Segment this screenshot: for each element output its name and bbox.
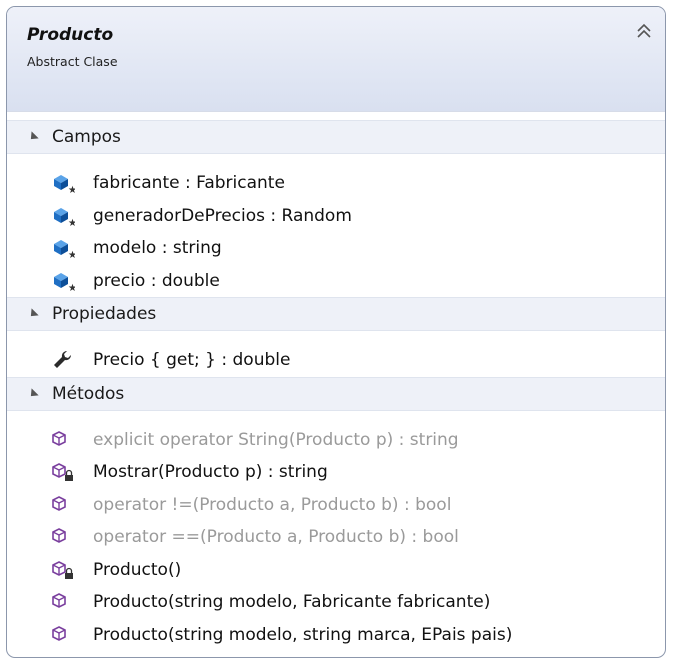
field-icon: ★ [51,237,77,261]
expand-triangle-icon[interactable] [27,308,39,320]
class-kind: Abstract Clase [27,54,118,69]
member-label: generadorDePrecios : Random [93,205,352,226]
member-label: precio : double [93,270,220,291]
svg-text:★: ★ [68,250,75,259]
class-diagram-shape[interactable]: Producto Abstract Clase Campos ★ fabrica… [6,6,666,658]
member-row[interactable]: operator ==(Producto a, Producto b) : bo… [7,521,665,554]
member-label: Precio { get; } : double [93,350,291,371]
field-icon: ★ [51,270,77,294]
member-row[interactable]: ★ generadorDePrecios : Random [7,200,665,233]
member-row[interactable]: explicit operator String(Producto p) : s… [7,424,665,457]
protected-method-icon [51,461,75,483]
section-fields[interactable]: Campos [7,120,665,154]
properties-list: Precio { get; } : double [7,331,665,377]
section-methods-label: Métodos [52,383,125,404]
member-row[interactable]: ★ modelo : string [7,232,665,265]
class-name: Producto [27,25,114,45]
member-row[interactable]: Producto(string modelo, Fabricante fabri… [7,586,665,619]
fields-list: ★ fabricante : Fabricante ★ generadorDeP… [7,154,665,297]
method-icon [51,624,75,646]
field-icon: ★ [51,205,77,229]
method-icon [51,591,75,613]
section-properties[interactable]: Propiedades [7,297,665,331]
expand-triangle-icon[interactable] [27,387,39,400]
svg-text:★: ★ [68,218,75,227]
svg-text:★: ★ [68,185,75,194]
member-row[interactable]: Precio { get; } : double [7,344,665,377]
method-icon [51,494,75,516]
method-icon [51,526,75,548]
member-label: Producto(string modelo, Fabricante fabri… [93,592,491,613]
section-properties-label: Propiedades [52,304,157,324]
member-label: operator !=(Producto a, Producto b) : bo… [93,494,452,515]
member-label: operator ==(Producto a, Producto b) : bo… [93,527,459,548]
member-row[interactable]: operator !=(Producto a, Producto b) : bo… [7,489,665,522]
field-icon: ★ [51,172,77,196]
wrench-icon [51,349,75,371]
expand-triangle-icon[interactable] [27,131,39,143]
member-label: explicit operator String(Producto p) : s… [93,429,459,450]
methods-list: explicit operator String(Producto p) : s… [7,411,665,652]
member-label: Mostrar(Producto p) : string [93,462,328,483]
member-row[interactable]: Producto(string modelo, string marca, EP… [7,619,665,652]
section-fields-label: Campos [52,127,121,147]
member-label: modelo : string [93,238,222,259]
protected-method-icon [51,559,75,581]
member-row[interactable]: Mostrar(Producto p) : string [7,456,665,489]
member-label: fabricante : Fabricante [93,173,285,194]
member-label: Producto() [93,559,182,580]
collapse-chevron-icon[interactable] [635,22,653,40]
member-label: Producto(string modelo, string marca, EP… [93,624,513,645]
section-methods[interactable]: Métodos [7,376,665,411]
member-row[interactable]: ★ precio : double [7,265,665,298]
method-icon [51,429,75,451]
class-header[interactable]: Producto Abstract Clase [7,7,665,112]
member-row[interactable]: Producto() [7,554,665,587]
member-row[interactable]: ★ fabricante : Fabricante [7,167,665,200]
svg-text:★: ★ [68,283,75,292]
